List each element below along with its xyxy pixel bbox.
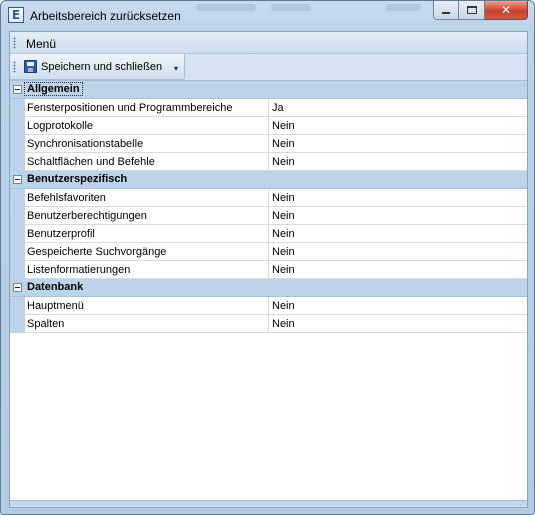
category-label: Allgemein bbox=[24, 82, 83, 96]
property-row[interactable]: Benutzerberechtigungen Nein bbox=[10, 207, 527, 225]
row-gutter bbox=[10, 207, 25, 225]
category-label: Datenbank bbox=[27, 281, 84, 293]
collapse-icon[interactable] bbox=[13, 175, 22, 184]
property-row[interactable]: Logprotokolle Nein bbox=[10, 117, 527, 135]
property-value[interactable]: Nein bbox=[272, 300, 295, 312]
close-icon: ✕ bbox=[500, 3, 512, 17]
grip-handle-icon[interactable] bbox=[13, 61, 16, 73]
column-divider bbox=[268, 189, 269, 207]
property-name: Benutzerprofil bbox=[27, 228, 95, 240]
menu-bar: Menü bbox=[10, 32, 527, 54]
save-icon bbox=[24, 60, 37, 73]
property-row[interactable]: Listenformatierungen Nein bbox=[10, 261, 527, 279]
property-name: Befehlsfavoriten bbox=[27, 192, 106, 204]
minimize-icon bbox=[442, 12, 450, 14]
property-grid: Allgemein Fensterpositionen und Programm… bbox=[10, 80, 527, 500]
column-divider bbox=[268, 297, 269, 315]
property-value[interactable]: Ja bbox=[272, 102, 284, 114]
toolbar: Speichern und schließen ▾ bbox=[10, 54, 185, 80]
grip-handle-icon[interactable] bbox=[13, 37, 16, 49]
row-gutter bbox=[10, 225, 25, 243]
property-value[interactable]: Nein bbox=[272, 210, 295, 222]
property-name: Fensterpositionen und Programmbereiche bbox=[27, 102, 233, 114]
property-name: Schaltflächen und Befehle bbox=[27, 156, 155, 168]
row-gutter bbox=[10, 261, 25, 279]
property-value[interactable]: Nein bbox=[272, 228, 295, 240]
toolbar-options-icon[interactable]: ▾ bbox=[174, 64, 178, 73]
property-row[interactable]: Befehlsfavoriten Nein bbox=[10, 189, 527, 207]
property-name: Gespeicherte Suchvorgänge bbox=[27, 246, 167, 258]
row-gutter bbox=[10, 315, 25, 333]
property-name: Synchronisationstabelle bbox=[27, 138, 144, 150]
property-name: Listenformatierungen bbox=[27, 264, 131, 276]
menu-item-menu[interactable]: Menü bbox=[26, 37, 56, 51]
category-allgemein[interactable]: Allgemein bbox=[10, 81, 527, 99]
row-gutter bbox=[10, 99, 25, 117]
maximize-button[interactable] bbox=[459, 1, 485, 20]
row-gutter bbox=[10, 153, 25, 171]
row-gutter bbox=[10, 135, 25, 153]
property-row[interactable]: Spalten Nein bbox=[10, 315, 527, 333]
column-divider bbox=[268, 207, 269, 225]
maximize-icon bbox=[466, 6, 477, 14]
window-title: Arbeitsbereich zurücksetzen bbox=[30, 9, 181, 23]
property-value[interactable]: Nein bbox=[272, 120, 295, 132]
close-button[interactable]: ✕ bbox=[485, 1, 528, 20]
column-divider bbox=[268, 315, 269, 333]
column-divider bbox=[268, 153, 269, 171]
property-row[interactable]: Fensterpositionen und Programmbereiche J… bbox=[10, 99, 527, 117]
row-gutter bbox=[10, 297, 25, 315]
property-value[interactable]: Nein bbox=[272, 264, 295, 276]
collapse-icon[interactable] bbox=[13, 283, 22, 292]
property-row[interactable]: Synchronisationstabelle Nein bbox=[10, 135, 527, 153]
dialog-window: E Arbeitsbereich zurücksetzen ✕ Menü Spe… bbox=[0, 0, 535, 515]
row-gutter bbox=[10, 117, 25, 135]
minimize-button[interactable] bbox=[433, 1, 459, 20]
property-value[interactable]: Nein bbox=[272, 138, 295, 150]
column-divider bbox=[268, 99, 269, 117]
category-label: Benutzerspezifisch bbox=[27, 173, 128, 185]
save-and-close-button[interactable]: Speichern und schließen bbox=[41, 61, 162, 73]
property-value[interactable]: Nein bbox=[272, 318, 295, 330]
row-gutter bbox=[10, 243, 25, 261]
client-area: Menü Speichern und schließen ▾ Allgemein… bbox=[9, 31, 528, 508]
collapse-icon[interactable] bbox=[13, 85, 22, 94]
property-value[interactable]: Nein bbox=[272, 192, 295, 204]
property-name: Hauptmenü bbox=[27, 300, 84, 312]
category-datenbank[interactable]: Datenbank bbox=[10, 279, 527, 297]
category-benutzerspezifisch[interactable]: Benutzerspezifisch bbox=[10, 171, 527, 189]
property-row[interactable]: Gespeicherte Suchvorgänge Nein bbox=[10, 243, 527, 261]
property-row[interactable]: Hauptmenü Nein bbox=[10, 297, 527, 315]
column-divider bbox=[268, 225, 269, 243]
caption-buttons: ✕ bbox=[433, 1, 528, 20]
horizontal-scrollbar[interactable] bbox=[10, 500, 527, 506]
title-bar[interactable]: E Arbeitsbereich zurücksetzen ✕ bbox=[1, 1, 534, 31]
property-value[interactable]: Nein bbox=[272, 156, 295, 168]
property-row[interactable]: Benutzerprofil Nein bbox=[10, 225, 527, 243]
property-name: Benutzerberechtigungen bbox=[27, 210, 147, 222]
app-icon[interactable]: E bbox=[8, 7, 24, 23]
property-name: Logprotokolle bbox=[27, 120, 94, 132]
property-row[interactable]: Schaltflächen und Befehle Nein bbox=[10, 153, 527, 171]
column-divider bbox=[268, 117, 269, 135]
column-divider bbox=[268, 135, 269, 153]
column-divider bbox=[268, 261, 269, 279]
row-gutter bbox=[10, 189, 25, 207]
property-value[interactable]: Nein bbox=[272, 246, 295, 258]
property-name: Spalten bbox=[27, 318, 65, 330]
column-divider bbox=[268, 243, 269, 261]
